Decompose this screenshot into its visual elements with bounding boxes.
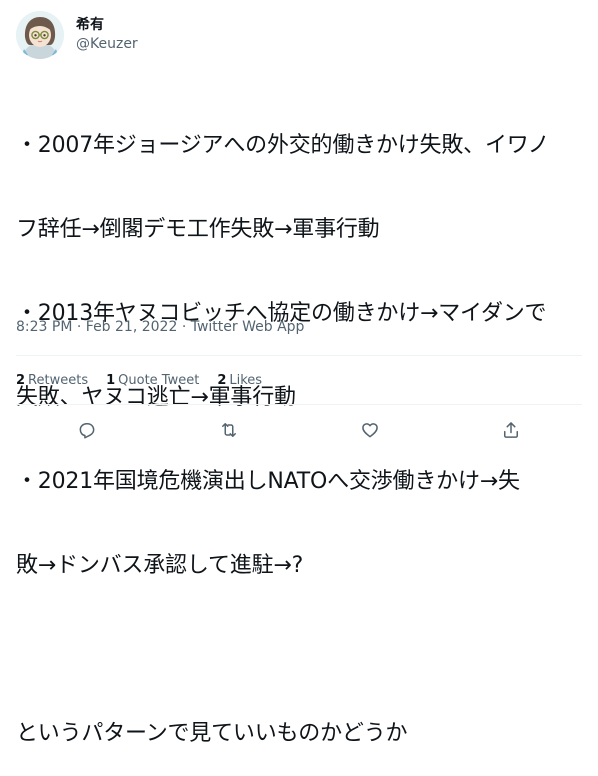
tweet-line: ・2021年国境危機演出しNATOへ交渉働きかけ→失 (16, 469, 520, 494)
like-button[interactable] (353, 413, 387, 447)
tweet-actions (16, 413, 582, 445)
author-names: 希有 @Keuzer (76, 16, 138, 54)
quote-count: 1 (106, 373, 116, 388)
share-button[interactable] (494, 413, 528, 447)
tweet-source[interactable]: Twitter Web App (191, 319, 305, 335)
tweet-line: 敗→ドンバス承認して進駐→? (16, 553, 304, 578)
meta-separator: · (72, 319, 86, 335)
tweet-line: フ辞任→倒閣デモ工作失敗→軍事行動 (16, 217, 380, 242)
quote-label: Quote Tweet (118, 373, 200, 388)
user-handle[interactable]: @Keuzer (76, 35, 138, 54)
reply-icon (79, 423, 95, 439)
divider (16, 355, 582, 356)
avatar[interactable] (16, 11, 64, 59)
retweets-label: Retweets (28, 373, 89, 388)
quote-tweets-stat[interactable]: 1 Quote Tweet (106, 372, 199, 390)
engagement-stats: 2 Retweets 1 Quote Tweet 2 Likes (16, 372, 280, 390)
likes-label: Likes (229, 373, 263, 388)
avatar-illustration (16, 11, 64, 59)
retweet-button[interactable] (212, 413, 246, 447)
tweet-line: というパターンで見ていいものかどうか (16, 721, 408, 746)
likes-count: 2 (217, 373, 227, 388)
tweet-date[interactable]: Feb 21, 2022 (86, 319, 178, 335)
tweet-line (16, 636, 582, 664)
reply-button[interactable] (70, 413, 104, 447)
divider (16, 404, 582, 405)
tweet-meta: 8:23 PM · Feb 21, 2022 · Twitter Web App (16, 318, 304, 336)
retweets-count: 2 (16, 373, 26, 388)
heart-icon (362, 423, 378, 438)
likes-stat[interactable]: 2 Likes (217, 372, 262, 390)
tweet-time[interactable]: 8:23 PM (16, 319, 72, 335)
tweet-header: 希有 @Keuzer (16, 11, 582, 59)
meta-separator: · (177, 319, 191, 335)
retweet-icon (222, 423, 236, 437)
tweet-line: ・2007年ジョージアへの外交的働きかけ失敗、イワノ (16, 133, 550, 158)
share-icon (504, 422, 518, 438)
display-name[interactable]: 希有 (76, 16, 138, 34)
retweets-stat[interactable]: 2 Retweets (16, 372, 88, 390)
